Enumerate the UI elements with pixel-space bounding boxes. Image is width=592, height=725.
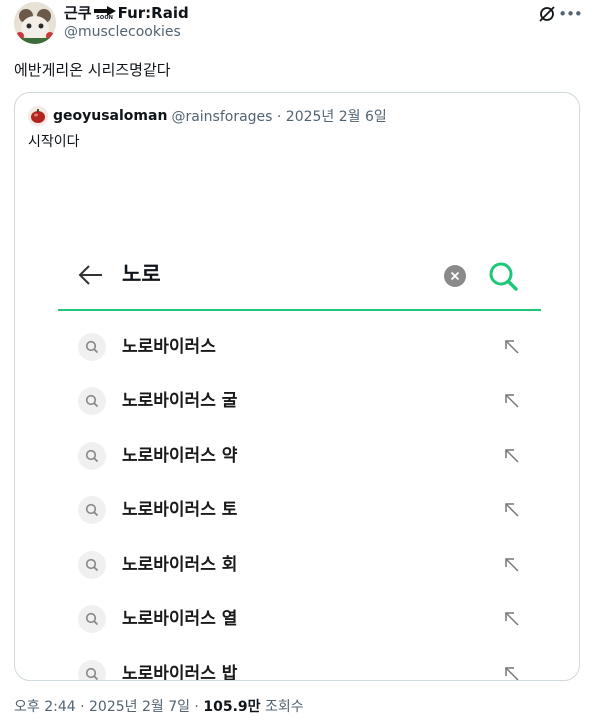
tweet-text: 에반게리온 시리즈명같다 bbox=[14, 61, 171, 79]
quoted-display-name[interactable]: geoyusaloman bbox=[53, 108, 167, 124]
avatar[interactable] bbox=[14, 2, 56, 44]
search-underline bbox=[58, 309, 541, 311]
clear-icon bbox=[444, 265, 466, 287]
view-count: 105.9만 bbox=[203, 699, 261, 715]
display-name-part2: Fur:Raid bbox=[117, 4, 189, 22]
suggestion-label: 노로바이러스 약 bbox=[122, 446, 238, 466]
search-icon bbox=[78, 496, 106, 524]
fill-query-arrow-icon bbox=[503, 501, 521, 519]
search-icon bbox=[78, 660, 106, 680]
suggestion-item: 노로바이러스 밥 bbox=[16, 654, 578, 681]
search-icon bbox=[78, 333, 106, 361]
tweet-footer: 오후 2:44 · 2025년 2월 7일 · 105.9만 조회수 bbox=[14, 698, 304, 716]
suggestion-item: 노로바이러스 회 bbox=[16, 545, 578, 585]
fill-query-arrow-icon bbox=[503, 447, 521, 465]
search-icon bbox=[488, 261, 518, 291]
quoted-tweet[interactable]: geoyusaloman @rainsforages · 2025년 2월 6일… bbox=[14, 92, 580, 681]
search-query: 노로 bbox=[122, 262, 161, 286]
quoted-screenshot: 노로 노로바이러스 노로바이러스 굴 노로바이러스 약 노로바이러스 토 노로바… bbox=[16, 165, 578, 680]
soon-arrow-icon: SOON bbox=[93, 5, 116, 21]
back-arrow-icon bbox=[78, 264, 104, 286]
search-icon bbox=[78, 551, 106, 579]
suggestion-label: 노로바이러스 밥 bbox=[122, 664, 238, 681]
quoted-tweet-text: 시작이다 bbox=[28, 134, 80, 150]
suggestion-label: 노로바이러스 회 bbox=[122, 555, 238, 575]
display-name[interactable]: 근쿠 SOON Fur:Raid bbox=[64, 4, 189, 22]
search-icon bbox=[78, 387, 106, 415]
suggestion-item: 노로바이러스 bbox=[16, 327, 578, 367]
user-handle[interactable]: @musclecookies bbox=[64, 23, 181, 41]
suggestion-label: 노로바이러스 굴 bbox=[122, 391, 238, 411]
quoted-avatar[interactable] bbox=[28, 106, 48, 126]
quoted-handle-date: @rainsforages · 2025년 2월 6일 bbox=[171, 109, 387, 125]
fill-query-arrow-icon bbox=[503, 556, 521, 574]
suggestion-item: 노로바이러스 열 bbox=[16, 599, 578, 639]
search-icon bbox=[78, 442, 106, 470]
display-name-part1: 근쿠 bbox=[64, 4, 92, 22]
quoted-tweet-header: geoyusaloman @rainsforages · 2025년 2월 6일 bbox=[28, 106, 387, 126]
suggestion-label: 노로바이러스 토 bbox=[122, 500, 238, 520]
suggestion-item: 노로바이러스 굴 bbox=[16, 381, 578, 421]
fill-query-arrow-icon bbox=[503, 338, 521, 356]
timestamp[interactable]: 오후 2:44 · 2025년 2월 7일 · bbox=[14, 699, 203, 715]
fill-query-arrow-icon bbox=[503, 665, 521, 680]
fill-query-arrow-icon bbox=[503, 610, 521, 628]
suggestion-item: 노로바이러스 토 bbox=[16, 490, 578, 530]
soon-badge-text: SOON bbox=[96, 14, 114, 21]
suggestion-label: 노로바이러스 bbox=[122, 337, 216, 357]
suggestion-label: 노로바이러스 열 bbox=[122, 609, 238, 629]
suggestion-item: 노로바이러스 약 bbox=[16, 436, 578, 476]
tweet-header: 근쿠 SOON Fur:Raid @musclecookies ••• bbox=[14, 0, 583, 48]
search-icon bbox=[78, 605, 106, 633]
more-options-icon[interactable]: ••• bbox=[558, 4, 583, 24]
view-count-label: 조회수 bbox=[260, 699, 304, 715]
fill-query-arrow-icon bbox=[503, 392, 521, 410]
grok-icon[interactable] bbox=[538, 5, 556, 23]
